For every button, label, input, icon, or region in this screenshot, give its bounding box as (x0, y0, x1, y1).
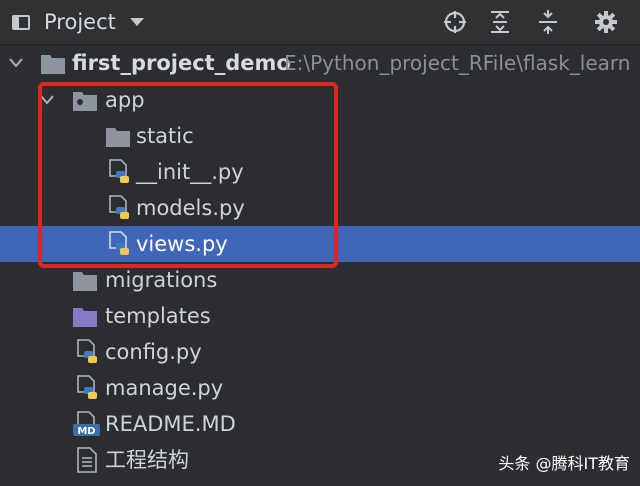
python-file-icon (107, 195, 133, 221)
chevron-down-icon[interactable] (9, 45, 23, 81)
caret-down-icon[interactable] (129, 18, 144, 26)
config-file-label: config.py (105, 340, 202, 364)
tree-node-root[interactable]: first_project_demo E:\Python_project_RFi… (0, 45, 640, 81)
project-window-icon (12, 14, 30, 30)
templates-folder-label: templates (105, 304, 211, 328)
python-file-icon (107, 231, 133, 257)
app-folder-label: app (105, 88, 145, 112)
project-toolbar: Project (0, 0, 640, 45)
folder-icon (105, 123, 131, 149)
expand-all-icon[interactable] (486, 8, 514, 36)
tree-node-templates[interactable]: templates (0, 298, 640, 334)
python-file-icon (75, 339, 101, 365)
project-view-title: Project (44, 10, 116, 34)
package-folder-icon (72, 87, 98, 113)
settings-gear-icon[interactable] (592, 8, 620, 36)
markdown-file-icon: MD (73, 411, 100, 437)
text-file-icon (75, 447, 101, 473)
tree-node-init-py[interactable]: __init__.py (0, 154, 640, 190)
python-file-icon (75, 375, 101, 401)
project-view-selector[interactable]: Project (12, 9, 144, 35)
tree-node-app[interactable]: app (0, 82, 640, 118)
python-file-icon (107, 159, 133, 185)
tree-node-readme[interactable]: MD README.MD (0, 406, 640, 442)
readme-file-label: README.MD (105, 412, 236, 436)
tree-node-manage-py[interactable]: manage.py (0, 370, 640, 406)
chevron-down-icon[interactable] (40, 82, 54, 118)
views-file-label: views.py (136, 232, 228, 256)
tree-node-views-py[interactable]: views.py (0, 226, 640, 262)
markdown-badge-text: MD (77, 426, 95, 437)
tree-node-static[interactable]: static (0, 118, 640, 154)
tree-node-models-py[interactable]: models.py (0, 190, 640, 226)
collapse-all-icon[interactable] (534, 8, 562, 36)
tree-node-migrations[interactable]: migrations (0, 262, 640, 298)
templates-folder-icon (72, 303, 98, 329)
folder-icon (40, 50, 66, 76)
models-file-label: models.py (136, 196, 245, 220)
init-file-label: __init__.py (136, 160, 244, 184)
tree-node-config-py[interactable]: config.py (0, 334, 640, 370)
watermark-text: 头条 @腾科IT教育 (498, 454, 630, 473)
manage-file-label: manage.py (105, 376, 224, 400)
folder-icon (72, 267, 98, 293)
project-structure-file-label: 工程结构 (105, 448, 189, 472)
root-folder-path: E:\Python_project_RFile\flask_learn (284, 51, 631, 75)
static-folder-label: static (136, 124, 194, 148)
migrations-folder-label: migrations (105, 268, 218, 292)
locate-icon[interactable] (441, 8, 469, 36)
root-folder-label: first_project_demo (72, 51, 291, 75)
